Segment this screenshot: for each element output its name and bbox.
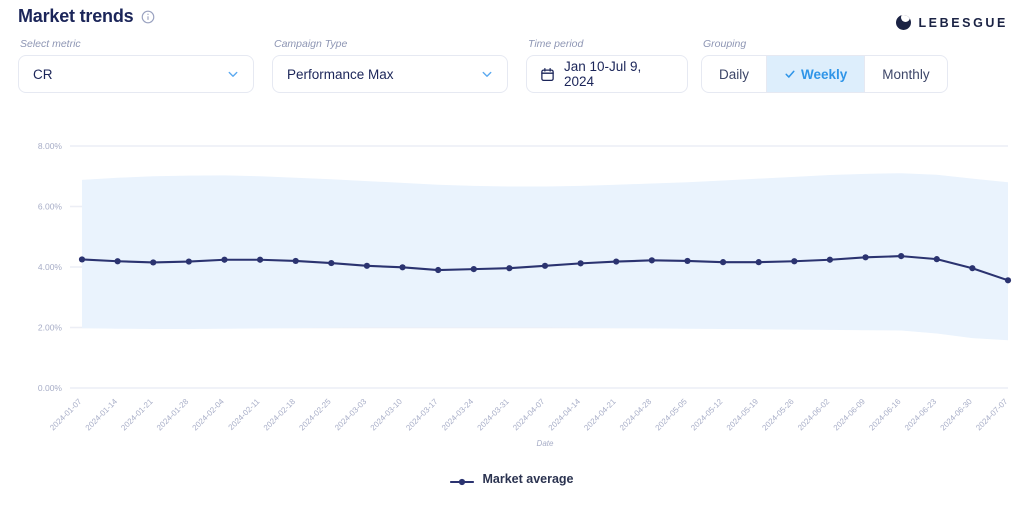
y-axis-tick-label: 4.00% — [38, 262, 63, 272]
market-trends-chart: 0.00% 2.00% 4.00% 6.00% 8.00% 2024-01-07 2024-… — [0, 128, 1024, 458]
data-point[interactable] — [1004, 277, 1012, 284]
data-point[interactable] — [862, 254, 869, 261]
metric-control: Select metric CR — [18, 38, 254, 93]
data-point[interactable] — [969, 265, 976, 272]
x-axis-tick-label: 2024-03-24 — [440, 397, 476, 433]
time-period-control: Time period Jan 10-Jul 9, 2024 — [526, 38, 688, 93]
data-point[interactable] — [78, 256, 86, 263]
x-axis-tick-label: 2024-02-04 — [191, 397, 227, 433]
campaign-type-value: Performance Max — [287, 66, 394, 82]
page-title-row: Market trends — [18, 6, 155, 27]
campaign-type-control: Campaign Type Performance Max — [272, 38, 508, 93]
x-axis-tick-label: 2024-06-02 — [796, 397, 832, 433]
data-point[interactable] — [684, 257, 691, 265]
x-axis-tick-label: 2024-02-25 — [297, 397, 333, 433]
data-point[interactable] — [826, 256, 834, 263]
campaign-type-select[interactable]: Performance Max — [272, 55, 508, 93]
x-axis-tick-label: 2024-06-30 — [938, 397, 974, 433]
data-point[interactable] — [292, 257, 299, 265]
data-point[interactable] — [256, 256, 264, 263]
grouping-control: Grouping Daily Weekly Monthly — [701, 38, 948, 93]
data-point[interactable] — [328, 259, 335, 267]
check-icon — [784, 68, 796, 80]
market-trends-panel: Market trends LEBESGUE Select metric CR — [0, 0, 1024, 514]
data-point[interactable] — [114, 258, 121, 265]
data-point[interactable] — [719, 259, 727, 266]
page-title: Market trends — [18, 6, 134, 26]
x-axis-tick-label: 2024-06-09 — [832, 397, 868, 433]
x-axis-tick-label: 2024-05-26 — [760, 397, 796, 433]
x-axis-title: Date — [537, 439, 554, 448]
metric-label: Select metric — [20, 38, 81, 50]
time-period-picker[interactable]: Jan 10-Jul 9, 2024 — [526, 55, 688, 93]
data-point[interactable] — [185, 258, 192, 265]
metric-select[interactable]: CR — [18, 55, 254, 93]
data-point[interactable] — [541, 262, 549, 269]
data-point[interactable] — [648, 257, 655, 264]
legend-item-label: Market average — [482, 472, 574, 486]
line-dot-marker-icon — [450, 474, 475, 486]
time-period-label: Time period — [528, 38, 584, 50]
chevron-down-icon — [481, 68, 493, 80]
lebesgue-wordmark: LEBESGUE — [918, 15, 1008, 30]
y-axis-tick-label: 2.00% — [38, 323, 63, 333]
y-axis-tick-label: 8.00% — [38, 141, 63, 151]
campaign-type-label: Campaign Type — [274, 38, 348, 50]
grouping-option-weekly-label: Weekly — [801, 66, 848, 82]
data-point[interactable] — [613, 258, 620, 265]
data-point[interactable] — [898, 253, 905, 260]
x-axis-tick-label: 2024-02-11 — [227, 397, 262, 432]
x-axis-tick-label: 2024-03-31 — [475, 397, 511, 433]
grouping-option-weekly[interactable]: Weekly — [767, 56, 866, 92]
x-axis-tick-label: 2024-01-28 — [155, 397, 191, 433]
x-axis-tick-label: 2024-04-14 — [547, 397, 583, 433]
x-axis-tick-label: 2024-05-05 — [654, 397, 690, 433]
data-point[interactable] — [933, 256, 940, 263]
x-axis-tick-label: 2024-01-21 — [119, 397, 155, 433]
x-axis-tick-label: 2024-06-23 — [903, 397, 939, 433]
x-axis-tick-label: 2024-03-17 — [404, 397, 440, 433]
grouping-option-monthly[interactable]: Monthly — [865, 56, 946, 92]
data-point[interactable] — [221, 256, 228, 263]
x-axis-tick-label: 2024-07-07 — [974, 397, 1010, 433]
grouping-segmented-control: Daily Weekly Monthly — [701, 55, 948, 93]
data-point[interactable] — [577, 260, 584, 267]
data-point[interactable] — [791, 258, 798, 265]
data-point[interactable] — [435, 266, 442, 274]
metric-value: CR — [33, 66, 53, 82]
grouping-option-monthly-label: Monthly — [882, 66, 930, 82]
time-period-value: Jan 10-Jul 9, 2024 — [564, 59, 642, 89]
x-axis-tick-label: 2024-01-14 — [84, 397, 120, 433]
x-axis-tick-label: 2024-06-16 — [867, 397, 903, 433]
filter-controls: Select metric CR Campaign Type Performan… — [18, 38, 948, 93]
y-axis-tick-label: 6.00% — [38, 202, 63, 212]
x-axis-tick-label: 2024-04-07 — [511, 397, 547, 433]
x-axis-tick-label: 2024-04-28 — [618, 397, 654, 433]
y-axis-tick-label: 0.00% — [38, 383, 63, 393]
chart-legend: Market average — [0, 472, 1024, 486]
chevron-down-icon — [227, 68, 239, 80]
chart-canvas: 0.00%2.00%4.00%6.00%8.00%2024-01-07 2024-… — [38, 141, 1012, 448]
data-point[interactable] — [506, 265, 513, 272]
grouping-option-daily[interactable]: Daily — [702, 56, 768, 92]
data-point[interactable] — [470, 266, 477, 273]
data-point[interactable] — [363, 262, 371, 269]
lebesgue-mark-icon — [896, 15, 912, 30]
grouping-option-daily-label: Daily — [719, 66, 750, 82]
x-axis-tick-label: 2024-05-12 — [689, 397, 725, 433]
x-axis-tick-label: 2024-01-07 — [48, 397, 84, 433]
calendar-icon — [540, 67, 555, 82]
x-axis-tick-label: 2024-05-19 — [725, 397, 761, 433]
x-axis-tick-label: 2024-02-18 — [262, 397, 298, 433]
data-point[interactable] — [399, 264, 406, 271]
x-axis-tick-label: 2024-03-10 — [369, 397, 405, 433]
grouping-label: Grouping — [703, 38, 747, 50]
data-point[interactable] — [755, 259, 762, 266]
x-axis-tick-label: 2024-03-03 — [333, 397, 369, 433]
x-axis-tick-label: 2024-04-21 — [582, 397, 618, 433]
info-circle-icon[interactable] — [141, 10, 155, 24]
lebesgue-logo: LEBESGUE — [896, 15, 1008, 30]
data-point[interactable] — [150, 259, 157, 266]
